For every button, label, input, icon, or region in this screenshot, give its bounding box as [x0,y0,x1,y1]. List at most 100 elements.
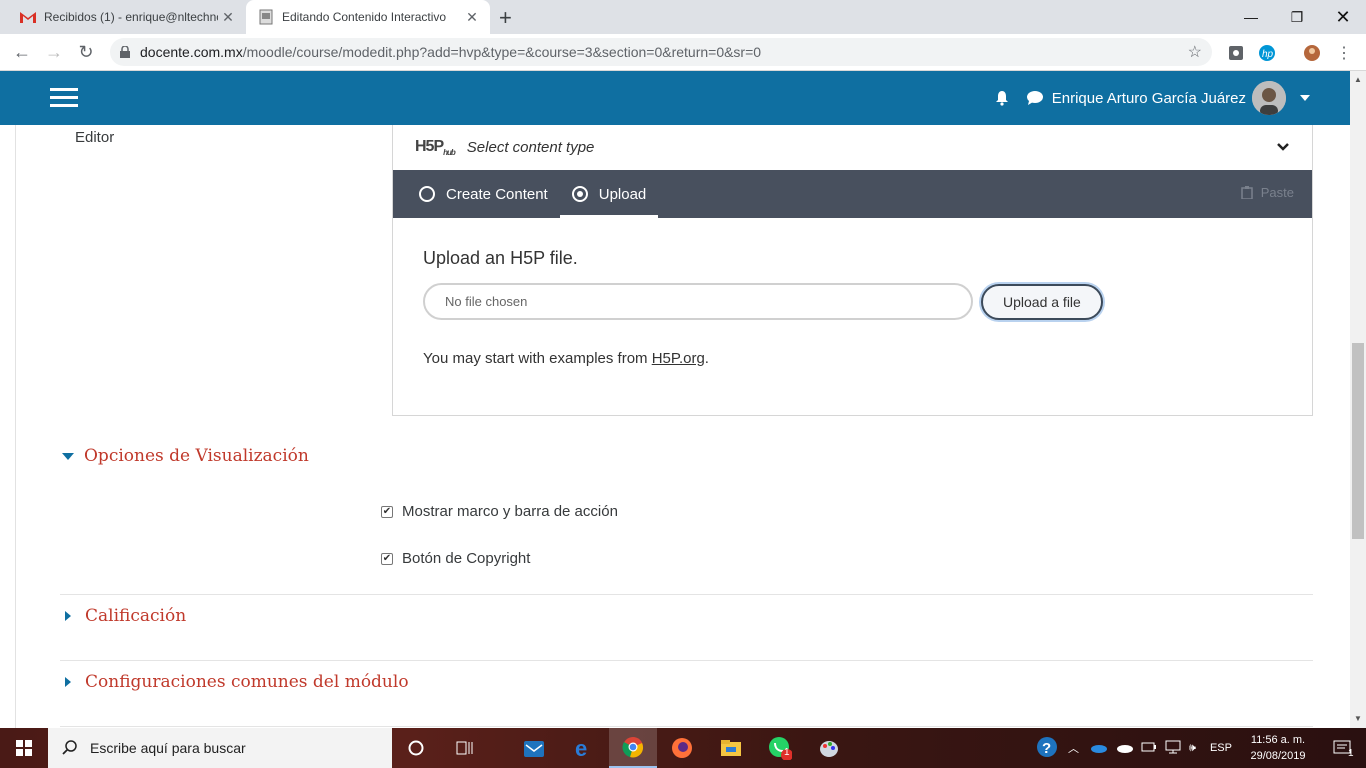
battery-icon[interactable] [1141,742,1157,755]
edge-icon[interactable]: e [560,728,608,768]
checkbox-label: Botón de Copyright [402,550,531,567]
examples-prefix: You may start with examples from [423,350,652,367]
onedrive-icon[interactable] [1089,741,1107,756]
svg-text:hp: hp [1262,49,1274,60]
cortana-icon[interactable] [392,728,440,768]
page-icon [258,9,274,25]
paint-icon[interactable] [805,728,853,768]
extension-icon[interactable] [1226,43,1246,63]
windows-start-icon[interactable] [0,728,48,768]
maximize-icon[interactable]: ❐ [1274,0,1320,34]
browser-toolbar: ← → ↻ docente.com.mx /moodle/course/mode… [0,34,1366,71]
chat-icon[interactable] [1026,90,1044,106]
minimize-icon[interactable]: — [1228,0,1274,34]
upload-heading: Upload an H5P file. [423,248,578,268]
radio-selected-icon [571,186,588,202]
file-explorer-icon[interactable] [707,728,755,768]
editor-label: Editor [75,129,115,146]
section-grade[interactable]: Calificación [62,606,186,626]
divider [60,660,1313,661]
paste-label: Paste [1260,185,1294,200]
browser-tab-strip: Recibidos (1) - enrique@nltechnc ✕ Edita… [0,0,1366,34]
scroll-down-icon[interactable]: ▼ [1354,714,1362,723]
whatsapp-icon[interactable]: 1 [756,728,804,768]
tab-create-content[interactable]: Create Content [407,170,560,218]
tab-editing[interactable]: Editando Contenido Interactivo ✕ [246,0,490,34]
whatsapp-badge: 1 [784,747,790,758]
chevron-down-icon[interactable] [1276,139,1290,157]
task-view-icon[interactable] [440,728,488,768]
system-clock[interactable]: 11:56 a. m. 29/08/2019 [1238,732,1318,764]
lock-icon [110,46,140,58]
clock-date: 29/08/2019 [1250,750,1306,762]
user-avatar[interactable] [1252,81,1286,115]
checkbox-copyright[interactable]: ✔ [381,552,393,565]
address-bar[interactable]: docente.com.mx /moodle/course/modedit.ph… [110,38,1212,66]
forward-icon[interactable]: → [42,40,66,64]
h5p-org-link[interactable]: H5P.org [652,350,705,367]
page-scrollbar[interactable]: ▲ ▼ [1350,71,1366,728]
checkbox-row-copyright: ✔ Botón de Copyright [381,550,530,567]
chevron-up-icon[interactable]: ︿ [1068,740,1079,756]
paste-button[interactable]: Paste [1241,185,1294,200]
divider [60,594,1313,595]
clipboard-icon [1241,186,1253,199]
close-tab-icon[interactable]: ✕ [218,9,238,26]
reload-icon[interactable]: ↻ [74,40,98,64]
scroll-up-icon[interactable]: ▲ [1354,75,1362,84]
user-menu-caret-icon[interactable] [1300,95,1310,101]
user-name[interactable]: Enrique Arturo García Juárez [1052,90,1246,107]
back-icon[interactable]: ← [10,40,34,64]
upload-file-button[interactable]: Upload a file [981,283,1103,320]
language-indicator[interactable]: ESP [1210,742,1232,754]
scroll-thumb[interactable] [1352,343,1364,539]
select-content-type: Select content type [466,139,595,156]
clock-time: 11:56 a. m. [1250,734,1306,746]
profile-avatar-icon[interactable] [1302,43,1322,63]
tab-upload[interactable]: Upload [559,170,659,218]
svg-text:e: e [575,737,587,759]
network-icon[interactable] [1165,740,1181,757]
collapse-icon [62,452,74,460]
notifications-icon[interactable]: 1 [1318,728,1366,768]
divider [15,125,16,728]
section-title: Configuraciones comunes del módulo [85,672,409,692]
h5p-logo: H5Phub [415,137,456,157]
menu-dots-icon[interactable]: ⋮ [1334,43,1354,63]
close-window-icon[interactable]: ✕ [1320,0,1366,34]
bell-icon[interactable] [994,90,1010,106]
help-icon[interactable]: ? [1036,736,1058,761]
checkbox-frame[interactable]: ✔ [381,505,393,518]
taskbar-search-input[interactable]: Escribe aquí para buscar [48,728,392,768]
cloud-icon[interactable] [1115,741,1133,756]
gmail-icon [20,9,36,25]
section-display-options[interactable]: Opciones de Visualización [62,446,309,466]
examples-suffix: . [704,350,709,367]
chrome-icon[interactable] [609,728,657,768]
divider [60,726,1313,727]
tab-label: Upload [598,185,647,203]
url-host: docente.com.mx [140,44,243,60]
tab-title: Recibidos (1) - enrique@nltechnc [44,10,218,24]
hp-icon[interactable]: hp [1257,43,1277,63]
expand-icon [65,677,71,687]
h5p-hub: H5Phub Select content type Create Conten… [392,125,1313,416]
tab-gmail[interactable]: Recibidos (1) - enrique@nltechnc ✕ [8,0,246,34]
section-common-settings[interactable]: Configuraciones comunes del módulo [62,672,409,692]
notifications-badge: 1 [1348,748,1354,759]
expand-icon [65,611,71,621]
bookmark-star-icon[interactable]: ☆ [1188,42,1202,62]
firefox-icon[interactable] [658,728,706,768]
volume-icon[interactable]: 🕪 [1189,742,1196,755]
windows-taskbar: Escribe aquí para buscar e 1 ? ︿ 🕪 ESP 1… [0,728,1366,768]
new-tab-button[interactable]: + [499,5,512,31]
outlook-icon[interactable] [510,728,558,768]
h5p-logo-text: H5P [415,137,444,155]
file-input[interactable]: No file chosen [423,283,973,320]
close-tab-icon[interactable]: ✕ [462,9,482,26]
hamburger-menu-icon[interactable] [50,88,78,108]
moodle-navbar: Enrique Arturo García Juárez [0,71,1350,125]
checkbox-label: Mostrar marco y barra de acción [402,503,618,520]
h5p-hub-header[interactable]: H5Phub Select content type [393,125,1312,170]
radio-icon [419,186,435,202]
